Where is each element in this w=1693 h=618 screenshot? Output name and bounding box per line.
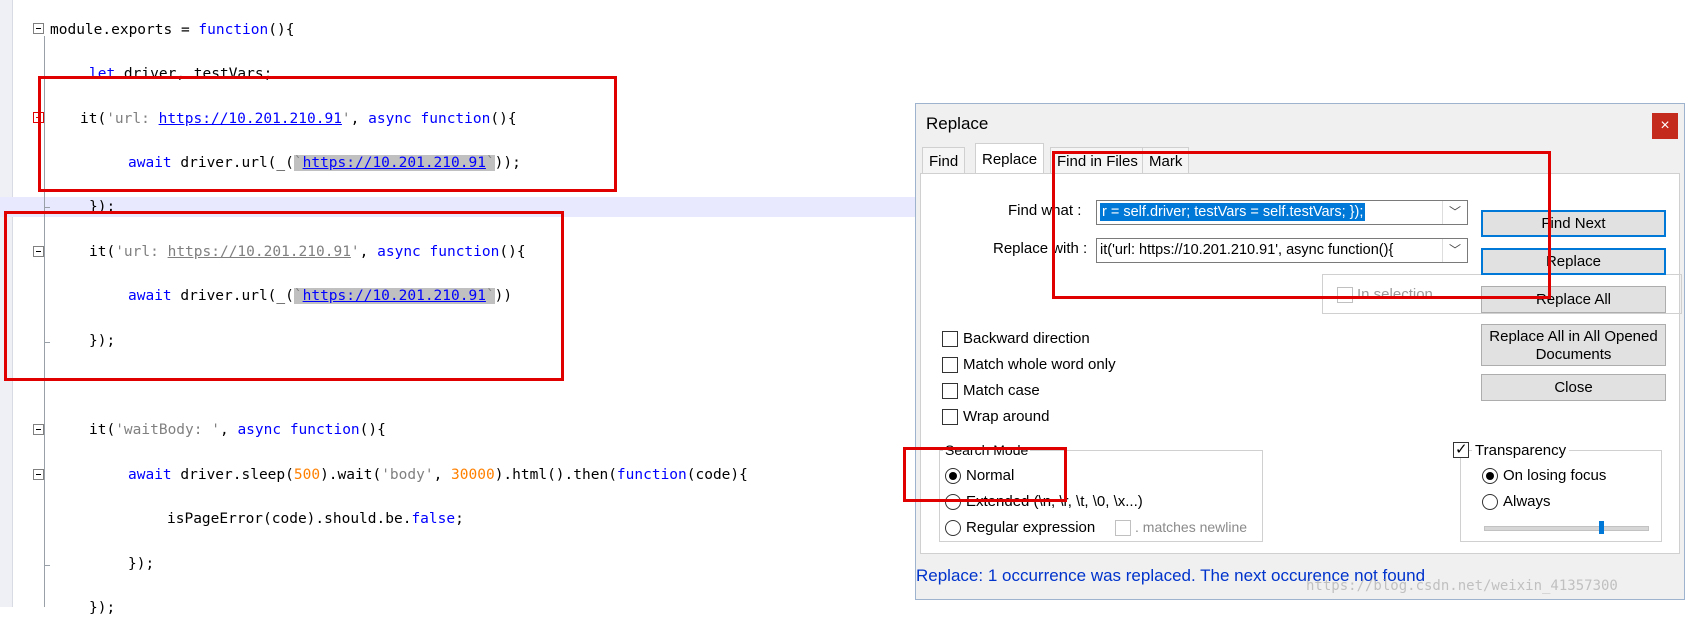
transparency-checkbox[interactable]	[1453, 440, 1469, 458]
match-whole-word-label: Match whole word only	[963, 356, 1116, 373]
code-line: it('waitBody: ', async function(){	[89, 422, 386, 438]
matches-newline-checkbox[interactable]	[1115, 520, 1131, 536]
highlight-box-code-replaced	[4, 211, 564, 381]
code-line: });	[89, 600, 116, 616]
regex-radio[interactable]	[945, 520, 961, 536]
backward-direction-checkbox[interactable]	[942, 331, 958, 347]
close-icon[interactable]: ×	[1652, 113, 1678, 139]
code-line: });	[128, 556, 155, 572]
close-button[interactable]: Close	[1481, 374, 1666, 401]
match-whole-word-checkbox[interactable]	[942, 357, 958, 373]
match-case-checkbox[interactable]	[942, 383, 958, 399]
fold-end-tick	[44, 207, 50, 208]
transparency-label: Transparency	[1472, 442, 1570, 459]
transparency-slider-thumb[interactable]	[1599, 521, 1604, 534]
regex-label: Regular expression	[966, 519, 1096, 536]
code-line: isPageError(code).should.be.false;	[167, 511, 464, 527]
on-losing-focus-radio[interactable]	[1482, 468, 1498, 484]
code-line: module.exports = function(){	[50, 22, 295, 38]
fold-end-tick	[44, 565, 50, 566]
always-radio[interactable]	[1482, 494, 1498, 510]
match-case-label: Match case	[963, 382, 1040, 399]
replace-all-opened-button[interactable]: Replace All in All Opened Documents	[1481, 324, 1666, 366]
on-losing-focus-label: On losing focus	[1503, 467, 1607, 484]
backward-direction-label: Backward direction	[963, 330, 1090, 347]
fold-collapse-icon[interactable]	[33, 23, 44, 34]
transparency-slider[interactable]	[1484, 526, 1649, 531]
watermark: https://blog.csdn.net/weixin_41357300	[1306, 578, 1618, 594]
fold-collapse-icon[interactable]	[33, 424, 44, 435]
wrap-around-checkbox[interactable]	[942, 409, 958, 425]
highlight-box-find-replace-fields	[1052, 151, 1551, 299]
fold-collapse-icon[interactable]	[33, 469, 44, 480]
highlight-box-search-mode	[903, 447, 1067, 502]
matches-newline-label: . matches newline	[1135, 519, 1248, 535]
code-line: await driver.sleep(500).wait('body', 300…	[128, 467, 748, 483]
always-label: Always	[1503, 493, 1551, 510]
wrap-around-label: Wrap around	[963, 408, 1050, 425]
dialog-title: Replace	[926, 114, 989, 133]
tab-find[interactable]: Find	[922, 147, 966, 174]
tab-replace[interactable]: Replace	[975, 143, 1045, 174]
highlight-box-code-original	[38, 76, 617, 192]
